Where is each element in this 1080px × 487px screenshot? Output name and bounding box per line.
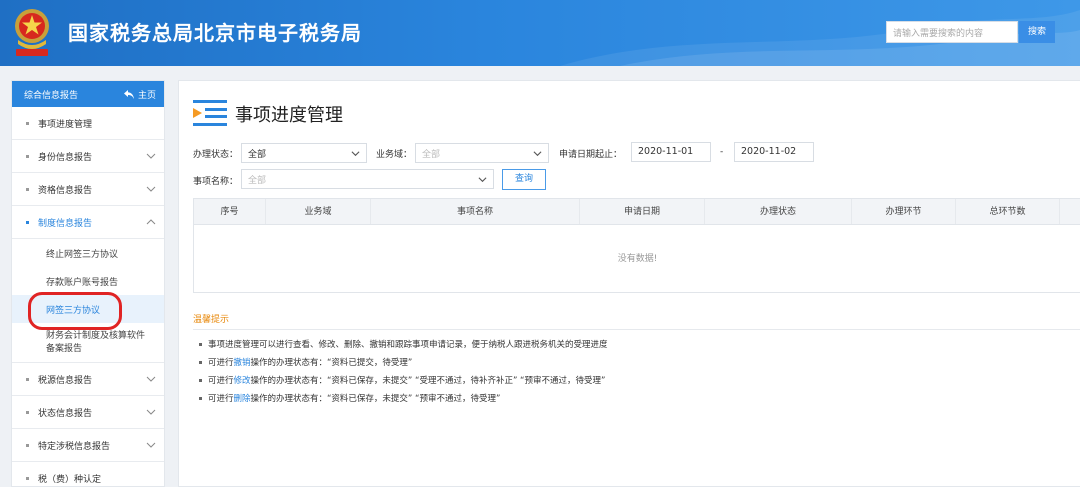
home-link[interactable]: 主页: [123, 88, 156, 101]
date-to-input[interactable]: 2020-11-02: [734, 142, 814, 162]
sidebar-item-label: 制度信息报告: [38, 218, 93, 229]
page-title: 事项进度管理: [235, 105, 343, 126]
tip-text: 可进行: [208, 358, 234, 368]
chevron-down-icon: [146, 186, 156, 192]
status-filter-label: 办理状态：: [193, 150, 239, 160]
sidebar-item-tax-type[interactable]: 税（费）种认定: [12, 462, 164, 487]
bullet-icon: [199, 379, 202, 382]
sidebar-item-tax-source[interactable]: 税源信息报告: [12, 363, 164, 396]
chevron-down-icon: [146, 409, 156, 415]
sidebar-item-label: 税（费）种认定: [38, 474, 102, 485]
sidebar-item-label: 事项进度管理: [38, 119, 93, 130]
sidebar-item-label: 税源信息报告: [38, 375, 93, 386]
home-label: 主页: [137, 90, 156, 101]
column-header: 序号: [194, 199, 266, 224]
chevron-down-icon: [351, 151, 360, 157]
tip-line: 可进行撤销操作的办理状态有：“资料已提交，待受理”: [199, 356, 412, 368]
item-name-filter-label: 事项名称：: [193, 177, 239, 187]
top-header: 国家税务总局北京市电子税务局 请输入需要搜索的内容 搜索: [0, 0, 1080, 66]
tips-divider: [193, 329, 1080, 330]
table-empty-message: 没有数据!: [617, 254, 658, 264]
date-range-label: 申请日期起止：: [559, 150, 623, 160]
tip-line: 事项进度管理可以进行查看、修改、删除、撤销和跟踪事项申请记录，便于纳税人跟进税务…: [199, 338, 608, 350]
chevron-up-icon: [146, 219, 156, 225]
bullet-icon: [26, 187, 29, 191]
sidebar-item-progress[interactable]: 事项进度管理: [12, 107, 164, 140]
tip-text: 可进行: [208, 394, 234, 404]
highlight-circle-annotation: [28, 292, 122, 330]
table-header: 序号 业务域 事项名称 申请日期 办理状态 办理环节 总环节数: [194, 199, 1080, 225]
tip-text: 操作的办理状态有：“资料已保存，未提交” “受理不通过，待补齐补正” “预审不通…: [250, 376, 606, 386]
sidebar-item-label: 身份信息报告: [38, 152, 93, 163]
tax-emblem-icon: [15, 9, 49, 56]
bullet-icon: [26, 121, 29, 125]
status-select-value: 全部: [248, 150, 267, 160]
sidebar-item-specific-tax[interactable]: 特定涉税信息报告: [12, 429, 164, 462]
domain-select[interactable]: 全部: [415, 143, 549, 163]
column-header: 办理环节: [852, 199, 956, 224]
tip-highlight: 撤销: [233, 358, 251, 368]
column-header: 总环节数: [956, 199, 1060, 224]
bullet-icon: [26, 220, 29, 224]
sidebar-item-label: 资格信息报告: [38, 185, 93, 196]
sidebar-header: 综合信息报告 主页: [12, 81, 164, 107]
reply-arrow-icon: [123, 89, 134, 99]
tip-line: 可进行删除操作的办理状态有：“资料已保存，未提交” “预审不通过，待受理”: [199, 392, 500, 404]
bullet-icon: [199, 361, 202, 364]
site-title: 国家税务总局北京市电子税务局: [68, 21, 362, 45]
query-button[interactable]: 查询: [502, 169, 546, 190]
item-name-placeholder: 全部: [248, 176, 267, 186]
chevron-down-icon: [146, 376, 156, 382]
column-header: 申请日期: [580, 199, 705, 224]
progress-table: 序号 业务域 事项名称 申请日期 办理状态 办理环节 总环节数 没有数据!: [193, 198, 1080, 293]
domain-filter-label: 业务域：: [376, 150, 413, 160]
sidebar-item-system[interactable]: 制度信息报告: [12, 206, 164, 239]
chevron-down-icon: [533, 151, 542, 157]
tip-text: 操作的办理状态有：“资料已保存，未提交” “预审不通过，待受理”: [250, 394, 501, 404]
bullet-icon: [26, 377, 29, 381]
sub-item-terminate-agreement[interactable]: 终止网签三方协议: [12, 239, 164, 267]
progress-list-icon: [193, 100, 227, 126]
tip-text: 操作的办理状态有：“资料已提交，待受理”: [250, 358, 413, 368]
sidebar: 综合信息报告 主页 事项进度管理 身份信息报告 资格信息报告 制度信息报告 终止…: [11, 80, 165, 487]
column-header: 办理状态: [705, 199, 852, 224]
sidebar-item-identity[interactable]: 身份信息报告: [12, 140, 164, 173]
tip-highlight: 删除: [233, 394, 251, 404]
sidebar-item-label: 状态信息报告: [38, 408, 93, 419]
sidebar-item-qualification[interactable]: 资格信息报告: [12, 173, 164, 206]
sidebar-item-status[interactable]: 状态信息报告: [12, 396, 164, 429]
domain-select-placeholder: 全部: [422, 150, 441, 160]
date-from-input[interactable]: 2020-11-01: [631, 142, 711, 162]
item-name-select[interactable]: 全部: [241, 169, 494, 189]
bullet-icon: [199, 343, 202, 346]
column-header: 业务域: [266, 199, 371, 224]
chevron-down-icon: [478, 177, 487, 183]
bullet-icon: [26, 154, 29, 158]
sub-item-deposit-account[interactable]: 存款账户账号报告: [12, 267, 164, 295]
chevron-down-icon: [146, 442, 156, 448]
bullet-icon: [199, 397, 202, 400]
tip-text: 事项进度管理可以进行查看、修改、删除、撤销和跟踪事项申请记录，便于纳税人跟进税务…: [208, 340, 608, 350]
tip-line: 可进行修改操作的办理状态有：“资料已保存，未提交” “受理不通过，待补齐补正” …: [199, 374, 605, 386]
tip-highlight: 修改: [233, 376, 251, 386]
column-header: 事项名称: [371, 199, 580, 224]
tip-text: 可进行: [208, 376, 234, 386]
status-select[interactable]: 全部: [241, 143, 367, 163]
tips-title: 温馨提示: [193, 315, 230, 325]
main-panel: 事项进度管理 办理状态： 全部 业务域： 全部 申请日期起止： 2020-11-…: [178, 80, 1080, 487]
sidebar-item-label: 特定涉税信息报告: [38, 441, 111, 452]
bullet-icon: [26, 476, 29, 480]
bullet-icon: [26, 410, 29, 414]
chevron-down-icon: [146, 153, 156, 159]
search-input[interactable]: 请输入需要搜索的内容: [886, 21, 1018, 43]
sidebar-section-title: 综合信息报告: [24, 90, 79, 101]
search-button[interactable]: 搜索: [1019, 21, 1055, 43]
date-separator: -: [720, 147, 724, 157]
bullet-icon: [26, 443, 29, 447]
